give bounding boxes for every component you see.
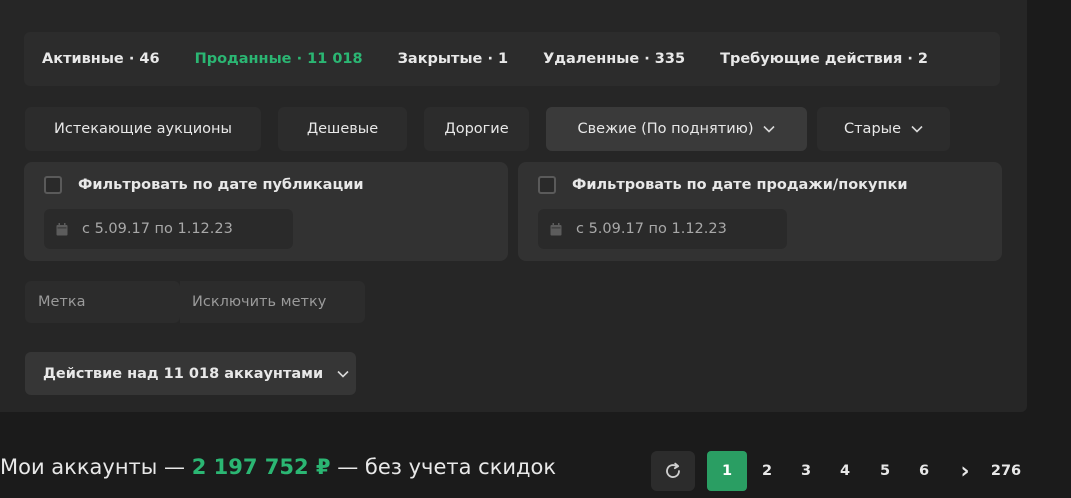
calendar-icon [550,222,562,235]
page-4[interactable]: 4 [832,451,858,491]
sale-date-range-input[interactable]: с 5.09.17 по 1.12.23 [538,209,787,249]
publication-filter-checkbox[interactable] [44,176,62,194]
sort-expiring-label: Истекающие аукционы [54,121,232,137]
sort-expensive-label: Дорогие [444,121,509,137]
page-6[interactable]: 6 [911,451,937,491]
sort-old-dropdown[interactable]: Старые [817,107,950,151]
tag-exclude-placeholder: Исключить метку [192,294,327,310]
calendar-icon [56,222,68,235]
tab-action-required[interactable]: Требующие действия · 2 [720,51,928,67]
publication-date-filter: Фильтровать по дате публикации с 5.09.17… [24,162,508,261]
publication-filter-label: Фильтровать по дате публикации [78,177,364,193]
sort-fresh-label: Свежие (По поднятию) [577,121,754,137]
sort-expensive-button[interactable]: Дорогие [424,107,529,151]
tag-include-input[interactable]: Метка [25,281,180,323]
refresh-icon [666,462,680,478]
sale-filter-label: Фильтровать по дате продажи/покупки [572,177,908,193]
publication-date-range-input[interactable]: с 5.09.17 по 1.12.23 [44,209,293,249]
tag-exclude-input[interactable]: Исключить метку [180,281,365,323]
summary-suffix: — без учета скидок [330,455,557,479]
tab-active[interactable]: Активные · 46 [42,51,160,67]
accounts-summary: Мои аккаунты — 2 197 752 ₽ — без учета с… [0,455,556,479]
sort-cheap-label: Дешевые [306,121,379,137]
publication-filter-toggle[interactable]: Фильтровать по дате публикации [44,176,364,194]
tab-sold[interactable]: Проданные · 11 018 [195,51,363,67]
chevron-down-icon [337,370,349,378]
chevron-down-icon [911,125,923,133]
page-3[interactable]: 3 [793,451,819,491]
page-5[interactable]: 5 [872,451,898,491]
last-page[interactable]: 276 [988,451,1024,491]
summary-prefix: Мои аккаунты — [0,455,192,479]
tab-deleted[interactable]: Удаленные · 335 [543,51,685,67]
tab-closed[interactable]: Закрытые · 1 [398,51,508,67]
sale-date-filter: Фильтровать по дате продажи/покупки с 5.… [518,162,1002,261]
bulk-action-dropdown[interactable]: Действие над 11 018 аккаунтами [25,352,356,395]
total-amount: 2 197 752 ₽ [191,455,331,479]
sort-cheap-button[interactable]: Дешевые [278,107,407,151]
sale-filter-toggle[interactable]: Фильтровать по дате продажи/покупки [538,176,908,194]
page-1[interactable]: 1 [707,451,747,491]
publication-date-range-value: с 5.09.17 по 1.12.23 [82,221,233,237]
sale-date-range-value: с 5.09.17 по 1.12.23 [576,221,727,237]
sale-filter-checkbox[interactable] [538,176,556,194]
sort-fresh-dropdown[interactable]: Свежие (По поднятию) [546,107,807,151]
tag-include-placeholder: Метка [38,294,86,310]
sort-old-label: Старые [843,121,902,137]
next-page-icon[interactable]: › [952,451,978,491]
refresh-button[interactable] [651,451,695,491]
page-2[interactable]: 2 [754,451,780,491]
filters-panel: Активные · 46 Проданные · 11 018 Закрыты… [0,0,1027,412]
bulk-action-label: Действие над 11 018 аккаунтами [43,365,324,382]
sort-expiring-auctions-button[interactable]: Истекающие аукционы [25,107,261,151]
status-tabs: Активные · 46 Проданные · 11 018 Закрыты… [24,32,1000,86]
chevron-down-icon [763,125,776,133]
